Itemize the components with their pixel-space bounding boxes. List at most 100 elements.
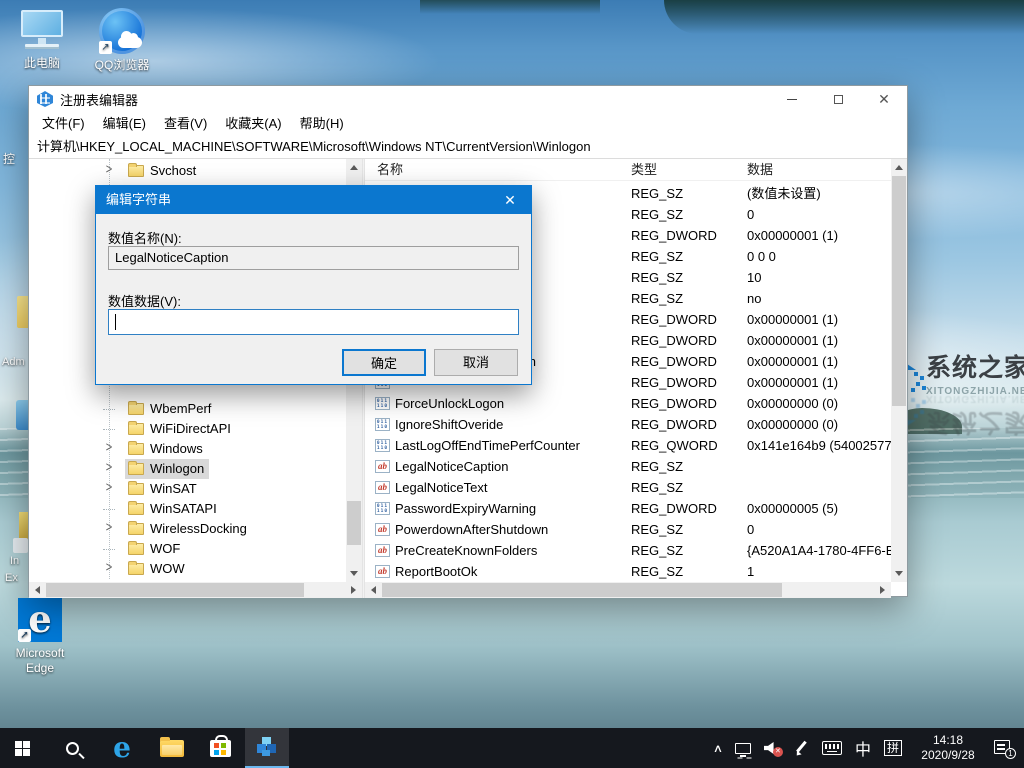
menu-file[interactable]: 文件(F)	[33, 112, 94, 136]
registry-value-row[interactable]: ab ReportBootOk REG_SZ 1	[365, 561, 891, 582]
value-name-label: 数值名称(N):	[108, 231, 182, 246]
ime-language-indicator[interactable]: 中	[855, 736, 871, 760]
taskbar-clock[interactable]: 14:18 2020/9/28	[915, 733, 981, 763]
keyboard-icon[interactable]	[821, 741, 842, 755]
folder-icon	[128, 421, 144, 435]
registry-value-row[interactable]: ab PreCreateKnownFolders REG_SZ {A520A1A4-1…	[365, 540, 893, 561]
desktop-icon-fragment[interactable]: Adm	[2, 356, 25, 368]
clock-date: 2020/9/28	[921, 748, 975, 762]
tree-item-wow[interactable]: > WOW	[101, 559, 341, 579]
title-bar[interactable]: 注册表编辑器 ✕	[29, 86, 907, 112]
tree-item-svchost[interactable]: > Svchost	[101, 161, 341, 181]
shortcut-arrow-icon: ↗	[99, 41, 112, 54]
list-horizontal-scrollbar[interactable]	[365, 582, 891, 598]
registry-value-row[interactable]: ab PowerdownAfterShutdown REG_SZ 0	[365, 519, 891, 540]
scroll-right-icon[interactable]	[345, 582, 362, 598]
file-explorer-icon	[160, 736, 184, 757]
registry-value-row[interactable]: 011 110 ForceUnlockLogon REG_DWORD 0x0000000…	[365, 393, 891, 414]
menu-favorites[interactable]: 收藏夹(A)	[216, 112, 290, 136]
value-data: 0x00000001 (1)	[747, 375, 839, 390]
menu-view[interactable]: 查看(V)	[155, 112, 216, 136]
tree-item-label: Winlogon	[150, 461, 205, 476]
expander-icon[interactable]: >	[101, 159, 117, 182]
column-header-data[interactable]: 数据	[747, 159, 773, 181]
network-icon[interactable]	[734, 742, 751, 757]
registry-value-row[interactable]: ab LegalNoticeText REG_SZ	[365, 477, 891, 498]
scroll-up-icon[interactable]	[891, 159, 907, 176]
action-center-icon[interactable]: 1	[994, 739, 1016, 759]
tree-connector	[103, 549, 115, 550]
cancel-button[interactable]: 取消	[434, 349, 518, 376]
binary-value-icon: 011110	[375, 397, 390, 410]
scroll-left-icon[interactable]	[365, 582, 382, 598]
desktop-icon-this-pc[interactable]: 此电脑	[6, 8, 78, 71]
taskbar-registry-editor-button[interactable]	[245, 728, 289, 768]
scroll-down-icon[interactable]	[346, 565, 362, 582]
value-data-input[interactable]	[108, 309, 519, 335]
ime-mode-indicator[interactable]: 拼	[883, 740, 902, 756]
registry-value-row[interactable]: 011 110 LastLogOffEndTimePerfCounter REG_QW…	[365, 435, 892, 456]
menu-help[interactable]: 帮助(H)	[291, 112, 353, 136]
clock-time: 14:18	[932, 733, 964, 747]
taskbar-search-button[interactable]	[50, 728, 94, 768]
dialog-close-icon[interactable]: ✕	[489, 186, 531, 214]
scroll-down-icon[interactable]	[891, 565, 907, 582]
scrollbar-thumb[interactable]	[46, 583, 304, 597]
expander-icon[interactable]: >	[101, 477, 117, 501]
pen-icon[interactable]	[793, 740, 809, 756]
scroll-left-icon[interactable]	[29, 582, 46, 598]
windows-logo-icon	[14, 740, 30, 756]
desktop-icon-fragment[interactable]: In	[10, 555, 19, 567]
desktop-icon-fragment[interactable]: 控	[3, 150, 15, 167]
maximize-button[interactable]	[815, 86, 861, 112]
value-type: REG_DWORD	[631, 375, 717, 390]
taskbar-edge-button[interactable]: e	[100, 728, 144, 768]
taskbar-store-button[interactable]	[198, 728, 242, 768]
list-vertical-scrollbar[interactable]	[891, 159, 907, 582]
tree-item-windows[interactable]: > Windows	[101, 439, 341, 459]
minimize-button[interactable]	[769, 86, 815, 112]
column-header-type[interactable]: 类型	[631, 159, 657, 181]
desktop-icon-microsoft-edge[interactable]: e ↗ Microsoft Edge	[4, 598, 76, 676]
value-name-field[interactable]: LegalNoticeCaption	[108, 246, 519, 270]
desktop-icon-fragment[interactable]: Ex	[5, 572, 18, 584]
registry-value-row[interactable]: 011 110 PasswordExpiryWarning REG_DWORD 0x00…	[365, 498, 891, 519]
scroll-right-icon[interactable]	[874, 582, 891, 598]
tree-item-wirelessdocking[interactable]: > WirelessDocking	[101, 519, 341, 539]
expander-icon[interactable]: >	[101, 517, 117, 541]
registry-value-row[interactable]: ab LegalNoticeCaption REG_SZ	[365, 456, 891, 477]
registry-value-row[interactable]: 011 110 IgnoreShiftOveride REG_DWORD 0x00000…	[365, 414, 891, 435]
scrollbar-thumb[interactable]	[892, 176, 906, 406]
volume-muted-icon[interactable]: ✕	[763, 741, 783, 757]
wallpaper-dark-patch	[664, 0, 1024, 34]
tree-item-winlogon[interactable]: > Winlogon	[101, 459, 341, 479]
ok-button[interactable]: 确定	[342, 349, 426, 376]
folder-icon	[128, 461, 144, 475]
taskbar: e ∧ ✕ 中 拼 14:18 2020/9/28 1	[0, 728, 1024, 768]
scrollbar-thumb[interactable]	[347, 501, 361, 545]
tree-item-winsat[interactable]: > WinSAT	[101, 479, 341, 499]
binary-value-icon: 011110	[375, 502, 390, 515]
close-button[interactable]: ✕	[861, 86, 907, 112]
tree-item-winsatapi[interactable]: WinSATAPI	[101, 499, 341, 519]
taskbar-file-explorer-button[interactable]	[150, 728, 194, 768]
value-data: 0x00000000 (0)	[747, 396, 839, 411]
tree-item-wifidirectapi[interactable]: WiFiDirectAPI	[101, 419, 341, 439]
value-data: 0 0 0	[747, 249, 776, 264]
column-header-name[interactable]: 名称	[377, 159, 403, 181]
expander-icon[interactable]: >	[101, 557, 117, 581]
dialog-title[interactable]: 编辑字符串	[96, 186, 531, 214]
scrollbar-thumb[interactable]	[382, 583, 782, 597]
desktop-icon-qq-browser[interactable]: ↗ QQ浏览器	[86, 8, 158, 73]
tree-item-wbemperf[interactable]: WbemPerf	[101, 399, 341, 419]
scroll-up-icon[interactable]	[346, 159, 362, 176]
folder-icon	[128, 541, 144, 555]
tray-chevron-up-icon[interactable]: ∧	[713, 742, 723, 755]
value-data: 0x00000001 (1)	[747, 228, 839, 243]
menu-edit[interactable]: 编辑(E)	[94, 112, 155, 136]
tree-horizontal-scrollbar[interactable]	[29, 582, 362, 598]
address-bar[interactable]: 计算机\HKEY_LOCAL_MACHINE\SOFTWARE\Microsof…	[29, 136, 907, 159]
start-button[interactable]	[0, 728, 44, 768]
tree-item-wof[interactable]: WOF	[101, 539, 341, 559]
folder-icon	[128, 561, 144, 575]
